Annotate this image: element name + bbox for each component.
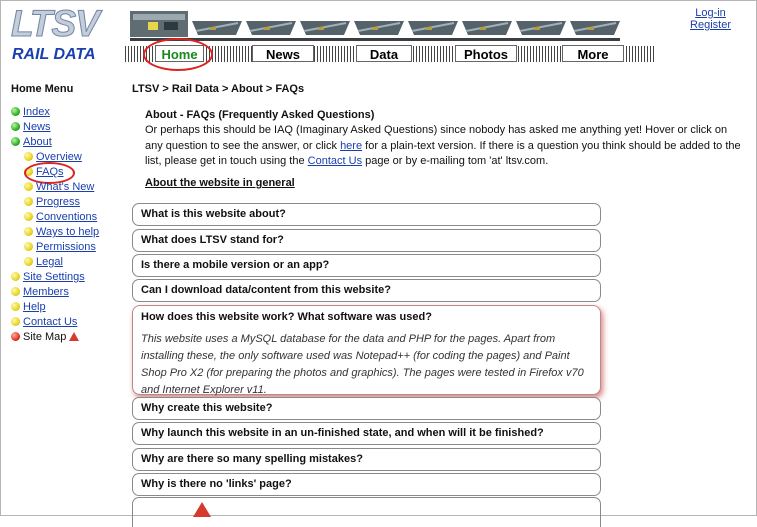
contact-us-link[interactable]: Contact Us bbox=[308, 155, 362, 167]
green-dot-icon bbox=[11, 137, 20, 146]
green-dot-icon bbox=[11, 122, 20, 131]
menu-item-news[interactable]: News bbox=[11, 120, 51, 134]
yellow-dot-icon bbox=[24, 152, 33, 161]
yellow-dot-icon bbox=[11, 272, 20, 281]
logo-mark: LTSV bbox=[11, 3, 101, 44]
faq-item[interactable]: Can I download data/content from this we… bbox=[132, 279, 601, 302]
menu-item-contact-us[interactable]: Contact Us bbox=[11, 315, 77, 329]
menu-item-ways-to-help[interactable]: Ways to help bbox=[24, 225, 99, 239]
faq-item[interactable]: Why is there no 'links' page? bbox=[132, 473, 601, 496]
menu-label[interactable]: Contact Us bbox=[23, 316, 77, 328]
yellow-dot-icon bbox=[24, 182, 33, 191]
menu-label: Site Map bbox=[23, 331, 67, 343]
intro-text: Or perhaps this should be IAQ (Imaginary… bbox=[145, 123, 743, 170]
menu-label[interactable]: What's New bbox=[36, 181, 94, 193]
faq-question: How does this website work? What softwar… bbox=[141, 311, 432, 323]
train-banner-image bbox=[130, 11, 620, 41]
warning-icon bbox=[193, 502, 211, 517]
menu-item-site-map[interactable]: Site Map bbox=[11, 330, 80, 344]
faq-item[interactable]: What is this website about? bbox=[132, 203, 601, 226]
menu-label[interactable]: Members bbox=[23, 286, 69, 298]
menu-item-legal[interactable]: Legal bbox=[24, 255, 63, 269]
nav-news[interactable]: News bbox=[252, 45, 314, 62]
menu-item-progress[interactable]: Progress bbox=[24, 195, 80, 209]
breadcrumb: LTSV > Rail Data > About > FAQs bbox=[132, 83, 305, 95]
yellow-dot-icon bbox=[11, 302, 20, 311]
yellow-dot-icon bbox=[24, 227, 33, 236]
green-dot-icon bbox=[11, 107, 20, 116]
menu-item-site-settings[interactable]: Site Settings bbox=[11, 270, 85, 284]
menu-label[interactable]: News bbox=[23, 121, 51, 133]
menu-item-index[interactable]: Index bbox=[11, 105, 50, 119]
faq-item[interactable]: Why create this website? bbox=[132, 397, 601, 420]
menu-label[interactable]: Permissions bbox=[36, 241, 96, 253]
warning-icon bbox=[69, 332, 80, 341]
plain-text-version-link[interactable]: here bbox=[340, 140, 362, 152]
yellow-dot-icon bbox=[24, 212, 33, 221]
menu-label[interactable]: Conventions bbox=[36, 211, 97, 223]
menu-label[interactable]: Overview bbox=[36, 151, 82, 163]
intro-title: About - FAQs (Frequently Asked Questions… bbox=[145, 109, 375, 121]
menu-label[interactable]: Index bbox=[23, 106, 50, 118]
menu-item-permissions[interactable]: Permissions bbox=[24, 240, 96, 254]
nav-data[interactable]: Data bbox=[356, 45, 412, 62]
menu-item-members[interactable]: Members bbox=[11, 285, 69, 299]
site-logo[interactable]: LTSV bbox=[11, 3, 126, 46]
faq-item[interactable]: Why launch this website in an un-finishe… bbox=[132, 422, 601, 445]
register-link[interactable]: Register bbox=[690, 19, 731, 31]
login-link[interactable]: Log-in bbox=[690, 7, 731, 19]
menu-label[interactable]: Legal bbox=[36, 256, 63, 268]
menu-item-about[interactable]: About bbox=[11, 135, 52, 149]
menu-label[interactable]: Ways to help bbox=[36, 226, 99, 238]
red-dot-icon bbox=[11, 332, 20, 341]
menu-label[interactable]: Help bbox=[23, 301, 46, 313]
account-links: Log-in Register bbox=[690, 7, 731, 31]
faq-item[interactable]: Why are there so many spelling mistakes? bbox=[132, 448, 601, 471]
menu-label[interactable]: About bbox=[23, 136, 52, 148]
menu-item-whats-new[interactable]: What's New bbox=[24, 180, 94, 194]
yellow-dot-icon bbox=[24, 257, 33, 266]
faq-item-expanded[interactable]: How does this website work? What softwar… bbox=[132, 305, 601, 396]
yellow-dot-icon bbox=[24, 197, 33, 206]
faq-item[interactable]: Is there a mobile version or an app? bbox=[132, 254, 601, 277]
nav-photos[interactable]: Photos bbox=[455, 45, 517, 62]
menu-label[interactable]: Site Settings bbox=[23, 271, 85, 283]
yellow-dot-icon bbox=[11, 317, 20, 326]
intro-text-part: page or by e-mailing tom 'at' ltsv.com. bbox=[362, 155, 549, 167]
menu-label[interactable]: Progress bbox=[36, 196, 80, 208]
menu-title: Home Menu bbox=[11, 83, 74, 95]
yellow-dot-icon bbox=[24, 242, 33, 251]
menu-item-conventions[interactable]: Conventions bbox=[24, 210, 97, 224]
home-highlight-circle bbox=[143, 38, 213, 71]
menu-item-help[interactable]: Help bbox=[11, 300, 46, 314]
nav-more[interactable]: More bbox=[562, 45, 624, 62]
yellow-dot-icon bbox=[11, 287, 20, 296]
faq-item[interactable]: What does LTSV stand for? bbox=[132, 229, 601, 252]
faq-answer: This website uses a MySQL database for t… bbox=[141, 333, 584, 396]
logo-subtitle: RAIL DATA bbox=[12, 46, 96, 63]
section-heading: About the website in general bbox=[145, 177, 295, 189]
